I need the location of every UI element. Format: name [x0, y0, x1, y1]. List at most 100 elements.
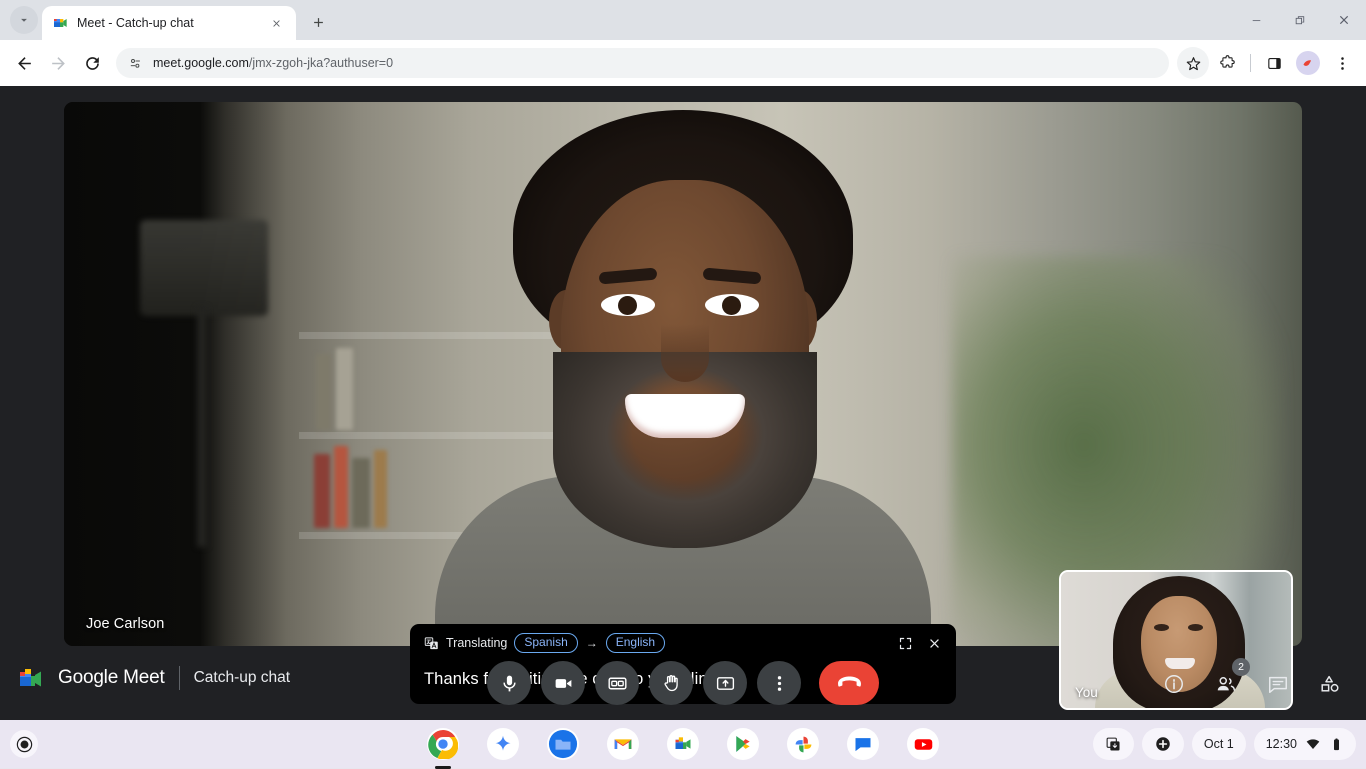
mouth [625, 394, 745, 438]
shelf-app-files[interactable] [547, 728, 579, 760]
shelf-app-chrome[interactable] [427, 728, 459, 760]
photos-icon [793, 734, 814, 755]
reload-button[interactable] [76, 47, 108, 79]
url-path: /jmx-zgoh-jka?authuser=0 [249, 56, 393, 70]
meeting-details-button[interactable] [1160, 670, 1188, 698]
browser-toolbar: meet.google.com/jmx-zgoh-jka?authuser=0 [0, 40, 1366, 86]
three-dot-menu-icon [1334, 55, 1351, 72]
launcher-button[interactable] [10, 730, 38, 758]
present-screen-icon [715, 673, 736, 694]
shelf-app-gmail[interactable] [607, 728, 639, 760]
book [336, 348, 353, 430]
quick-add-button[interactable] [1142, 728, 1184, 760]
window-controls [1234, 0, 1366, 40]
raise-hand-icon [661, 673, 682, 694]
launcher-icon [15, 735, 34, 754]
close-tab-button[interactable] [266, 13, 286, 33]
puzzle-icon [1219, 55, 1236, 72]
brand-divider [179, 666, 180, 690]
people-icon [1215, 673, 1237, 695]
forward-icon [49, 54, 68, 73]
back-button[interactable] [8, 47, 40, 79]
activities-button[interactable] [1316, 670, 1344, 698]
participant-video [64, 102, 1302, 646]
meet-branding: Google Meet Catch-up chat [18, 666, 290, 690]
lamp-pole [197, 307, 207, 547]
date-button[interactable]: Oct 1 [1192, 728, 1246, 760]
book [374, 450, 387, 528]
shelf-app-youtube[interactable] [907, 728, 939, 760]
three-dot-menu-icon [769, 673, 790, 694]
profile-button[interactable] [1292, 47, 1324, 79]
camera-button[interactable] [541, 661, 585, 705]
star-icon [1185, 55, 1202, 72]
book [352, 458, 370, 528]
screen-capture-button[interactable] [1093, 728, 1134, 760]
screen-capture-icon [1105, 736, 1122, 753]
bird-avatar-icon [1301, 56, 1316, 71]
book [314, 454, 330, 528]
shelf-app-chat[interactable] [847, 728, 879, 760]
forward-button[interactable] [42, 47, 74, 79]
address-bar[interactable]: meet.google.com/jmx-zgoh-jka?authuser=0 [116, 48, 1169, 78]
leave-call-button[interactable] [819, 661, 879, 705]
restore-icon [1294, 14, 1307, 27]
shelf-app-play-store[interactable] [727, 728, 759, 760]
more-options-button[interactable] [757, 661, 801, 705]
close-icon [271, 18, 282, 29]
tab-search-button[interactable] [10, 6, 38, 34]
shelf-app-photos[interactable] [787, 728, 819, 760]
url-domain: meet.google.com [153, 56, 249, 70]
site-settings-icon[interactable] [128, 56, 143, 71]
bookmark-button[interactable] [1177, 47, 1209, 79]
main-participant-name: Joe Carlson [86, 616, 164, 632]
meet-favicon [52, 15, 68, 31]
call-controls [487, 661, 879, 705]
present-screen-button[interactable] [703, 661, 747, 705]
gmail-icon [613, 734, 633, 754]
extensions-button[interactable] [1211, 47, 1243, 79]
main-participant-tile[interactable]: Joe Carlson [64, 102, 1302, 646]
google-meet-wordmark: Google Meet [58, 667, 165, 689]
nose [661, 324, 709, 382]
google-meet-app: Joe Carlson You [0, 86, 1366, 720]
browser-menu-button[interactable] [1326, 47, 1358, 79]
plus-icon [311, 15, 326, 30]
side-panel-button[interactable] [1258, 47, 1290, 79]
captions-button[interactable] [595, 661, 639, 705]
chat-button[interactable] [1264, 670, 1292, 698]
chrome-icon [428, 729, 458, 759]
browser-tab[interactable]: Meet - Catch-up chat [42, 6, 296, 40]
people-button[interactable]: 2 [1212, 670, 1240, 698]
system-tray: Oct 1 12:30 [1093, 728, 1356, 760]
quick-add-icon [1154, 735, 1172, 753]
url-text: meet.google.com/jmx-zgoh-jka?authuser=0 [153, 56, 393, 70]
chat-bubble-icon [853, 734, 873, 754]
shelf-app-meet[interactable] [667, 728, 699, 760]
close-icon [1337, 13, 1351, 27]
info-icon [1163, 673, 1185, 695]
reload-icon [83, 54, 102, 73]
profile-avatar [1296, 51, 1320, 75]
google-meet-logo-icon [18, 667, 44, 689]
microphone-icon [499, 673, 520, 694]
raise-hand-button[interactable] [649, 661, 693, 705]
minimize-icon [1250, 14, 1263, 27]
shelf-app-gemini[interactable] [487, 728, 519, 760]
battery-icon [1329, 737, 1344, 752]
chromeos-shelf: Oct 1 12:30 [0, 720, 1366, 768]
microphone-button[interactable] [487, 661, 531, 705]
meet-right-controls: 2 [1160, 670, 1344, 698]
book [316, 354, 331, 430]
chevron-down-icon [17, 13, 31, 27]
new-tab-button[interactable] [304, 8, 332, 36]
close-window-button[interactable] [1322, 0, 1366, 40]
status-area-button[interactable]: 12:30 [1254, 728, 1356, 760]
date-text: Oct 1 [1204, 737, 1234, 751]
lamp-shade [140, 220, 268, 316]
chat-icon [1267, 673, 1289, 695]
video-stage: Joe Carlson You [64, 102, 1302, 646]
restore-window-button[interactable] [1278, 0, 1322, 40]
camera-icon [553, 673, 574, 694]
minimize-window-button[interactable] [1234, 0, 1278, 40]
